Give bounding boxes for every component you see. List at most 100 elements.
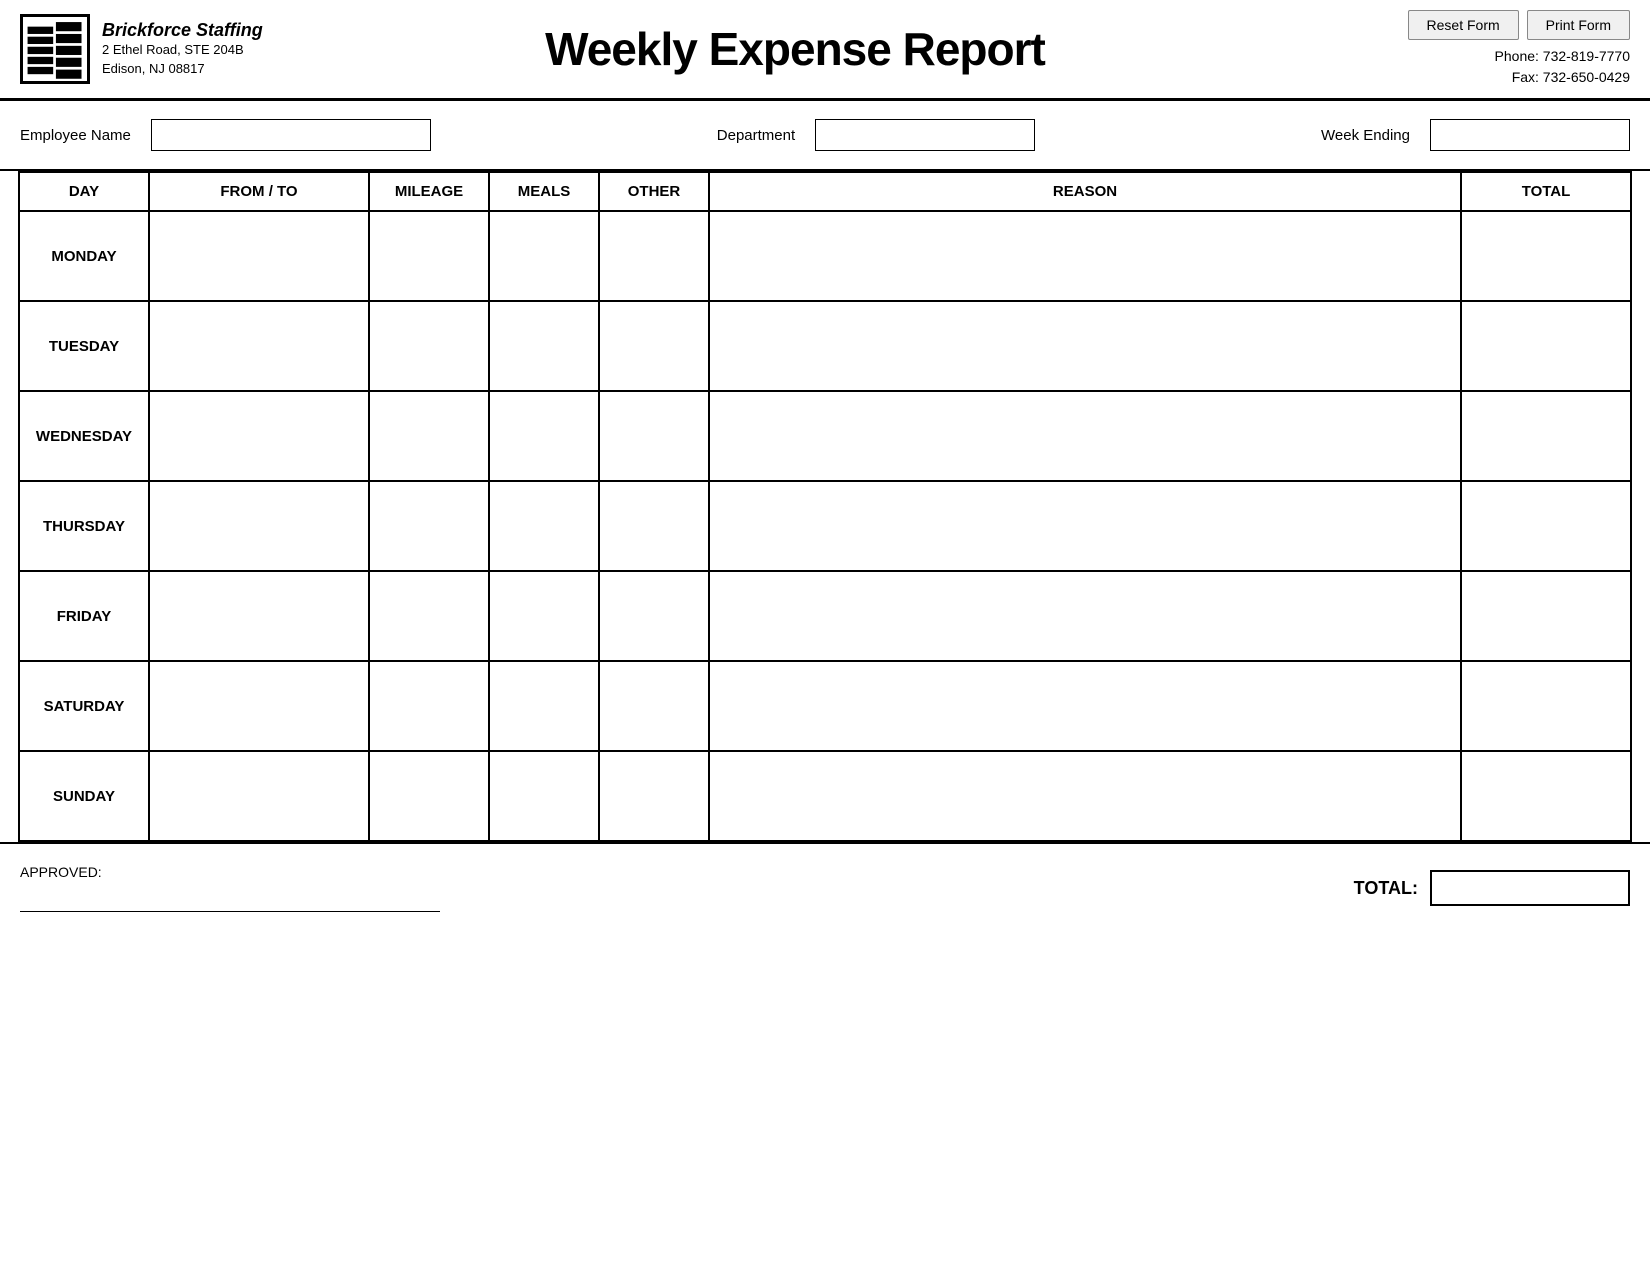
other-input-1[interactable] (600, 302, 708, 390)
meals-cell-3[interactable] (489, 481, 599, 571)
reason-input-2[interactable] (710, 392, 1460, 480)
from-to-cell-3[interactable] (149, 481, 369, 571)
col-header-from-to: FROM / TO (149, 172, 369, 211)
row-total-input-3[interactable] (1462, 482, 1630, 570)
meals-cell-6[interactable] (489, 751, 599, 841)
from-to-input-5[interactable] (150, 662, 368, 750)
row-total-cell-4[interactable] (1461, 571, 1631, 661)
from-to-input-2[interactable] (150, 392, 368, 480)
mileage-input-3[interactable] (370, 482, 488, 570)
other-cell-1[interactable] (599, 301, 709, 391)
header-right: Reset Form Print Form Phone: 732-819-777… (1310, 10, 1630, 88)
row-total-input-0[interactable] (1462, 212, 1630, 300)
meals-cell-0[interactable] (489, 211, 599, 301)
reason-cell-2[interactable] (709, 391, 1461, 481)
department-input[interactable] (815, 119, 1035, 151)
meals-cell-2[interactable] (489, 391, 599, 481)
reason-cell-6[interactable] (709, 751, 1461, 841)
other-input-0[interactable] (600, 212, 708, 300)
row-total-cell-5[interactable] (1461, 661, 1631, 751)
mileage-input-6[interactable] (370, 752, 488, 840)
other-input-4[interactable] (600, 572, 708, 660)
mileage-cell-6[interactable] (369, 751, 489, 841)
print-form-button[interactable]: Print Form (1527, 10, 1630, 40)
reason-cell-5[interactable] (709, 661, 1461, 751)
row-total-input-5[interactable] (1462, 662, 1630, 750)
from-to-cell-4[interactable] (149, 571, 369, 661)
other-input-2[interactable] (600, 392, 708, 480)
other-cell-0[interactable] (599, 211, 709, 301)
from-to-input-0[interactable] (150, 212, 368, 300)
reason-cell-3[interactable] (709, 481, 1461, 571)
meals-input-2[interactable] (490, 392, 598, 480)
meals-input-0[interactable] (490, 212, 598, 300)
reason-cell-1[interactable] (709, 301, 1461, 391)
row-total-input-2[interactable] (1462, 392, 1630, 480)
mileage-cell-0[interactable] (369, 211, 489, 301)
other-input-6[interactable] (600, 752, 708, 840)
row-total-cell-1[interactable] (1461, 301, 1631, 391)
from-to-cell-2[interactable] (149, 391, 369, 481)
other-input-3[interactable] (600, 482, 708, 570)
from-to-cell-6[interactable] (149, 751, 369, 841)
phone-info: Phone: 732-819-7770 (1495, 46, 1630, 67)
mileage-input-4[interactable] (370, 572, 488, 660)
reason-cell-0[interactable] (709, 211, 1461, 301)
meals-cell-1[interactable] (489, 301, 599, 391)
mileage-cell-1[interactable] (369, 301, 489, 391)
row-total-cell-6[interactable] (1461, 751, 1631, 841)
other-cell-5[interactable] (599, 661, 709, 751)
table-row: SUNDAY (19, 751, 1631, 841)
reason-input-1[interactable] (710, 302, 1460, 390)
table-row: TUESDAY (19, 301, 1631, 391)
other-cell-6[interactable] (599, 751, 709, 841)
row-total-cell-2[interactable] (1461, 391, 1631, 481)
mileage-cell-2[interactable] (369, 391, 489, 481)
meals-input-6[interactable] (490, 752, 598, 840)
other-input-5[interactable] (600, 662, 708, 750)
from-to-cell-1[interactable] (149, 301, 369, 391)
mileage-input-5[interactable] (370, 662, 488, 750)
row-total-input-6[interactable] (1462, 752, 1630, 840)
row-total-cell-0[interactable] (1461, 211, 1631, 301)
row-total-input-1[interactable] (1462, 302, 1630, 390)
mileage-input-2[interactable] (370, 392, 488, 480)
row-total-cell-3[interactable] (1461, 481, 1631, 571)
from-to-input-6[interactable] (150, 752, 368, 840)
mileage-input-0[interactable] (370, 212, 488, 300)
total-input[interactable] (1430, 870, 1630, 906)
mileage-input-1[interactable] (370, 302, 488, 390)
employee-name-input[interactable] (151, 119, 431, 151)
from-to-input-4[interactable] (150, 572, 368, 660)
header: Brickforce Staffing 2 Ethel Road, STE 20… (0, 0, 1650, 101)
meals-input-4[interactable] (490, 572, 598, 660)
footer: APPROVED: TOTAL: (0, 842, 1650, 922)
other-cell-3[interactable] (599, 481, 709, 571)
day-cell-saturday: SATURDAY (19, 661, 149, 751)
from-to-input-1[interactable] (150, 302, 368, 390)
meals-input-3[interactable] (490, 482, 598, 570)
mileage-cell-5[interactable] (369, 661, 489, 751)
col-header-meals: MEALS (489, 172, 599, 211)
reset-form-button[interactable]: Reset Form (1408, 10, 1519, 40)
other-cell-2[interactable] (599, 391, 709, 481)
mileage-cell-3[interactable] (369, 481, 489, 571)
from-to-cell-5[interactable] (149, 661, 369, 751)
row-total-input-4[interactable] (1462, 572, 1630, 660)
other-cell-4[interactable] (599, 571, 709, 661)
meals-input-5[interactable] (490, 662, 598, 750)
meals-cell-4[interactable] (489, 571, 599, 661)
meals-input-1[interactable] (490, 302, 598, 390)
mileage-cell-4[interactable] (369, 571, 489, 661)
company-address-line1: 2 Ethel Road, STE 204B (102, 41, 263, 59)
from-to-input-3[interactable] (150, 482, 368, 570)
reason-input-0[interactable] (710, 212, 1460, 300)
reason-input-5[interactable] (710, 662, 1460, 750)
reason-input-4[interactable] (710, 572, 1460, 660)
from-to-cell-0[interactable] (149, 211, 369, 301)
reason-cell-4[interactable] (709, 571, 1461, 661)
meals-cell-5[interactable] (489, 661, 599, 751)
reason-input-3[interactable] (710, 482, 1460, 570)
week-ending-input[interactable] (1430, 119, 1630, 151)
reason-input-6[interactable] (710, 752, 1460, 840)
